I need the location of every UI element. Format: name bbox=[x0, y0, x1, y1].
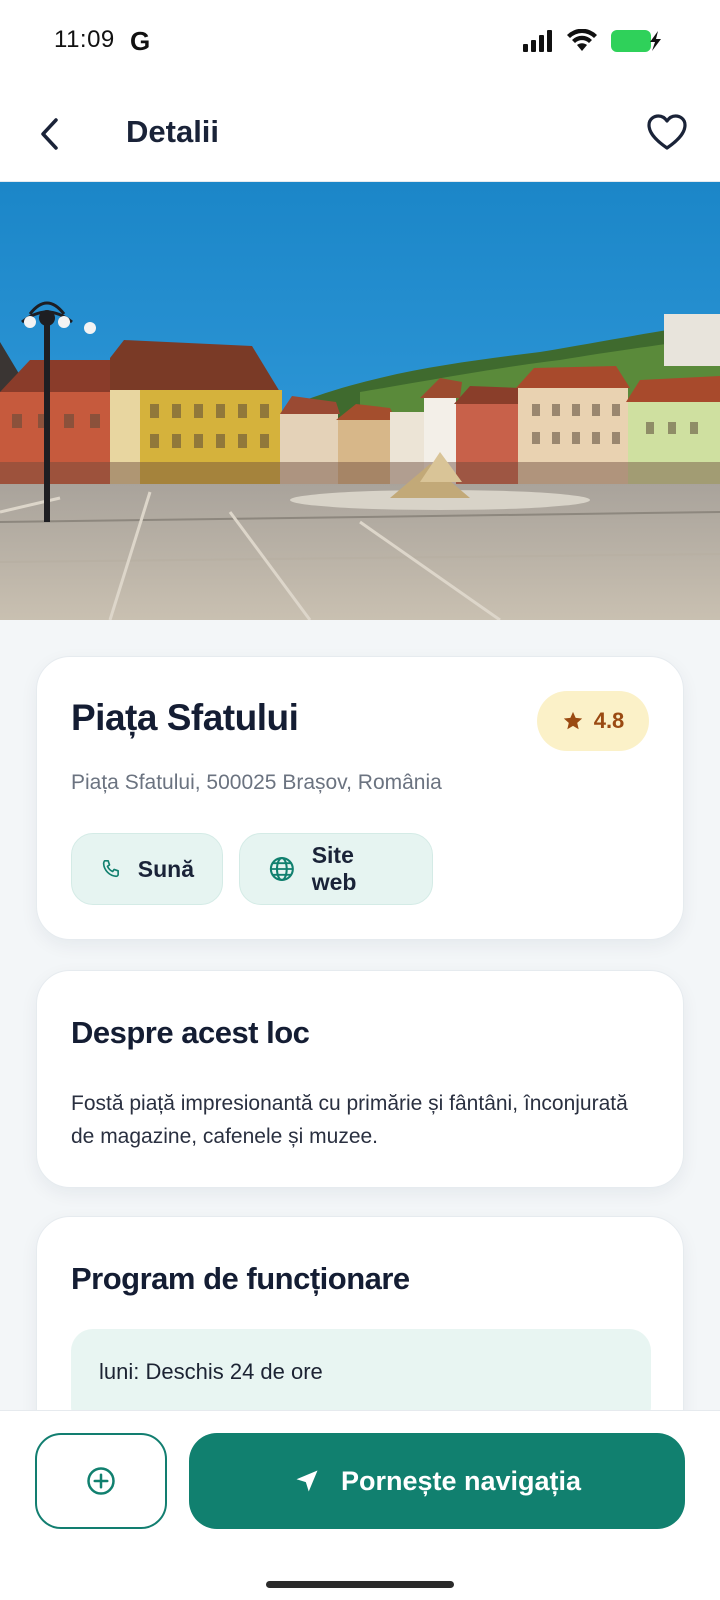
back-button[interactable] bbox=[30, 114, 70, 154]
about-title: Despre acest loc bbox=[71, 1015, 310, 1050]
header-bar: Detalii bbox=[0, 86, 720, 182]
place-info-card: Piața Sfatului 4.8 Piața Sfatului, 50002… bbox=[36, 656, 684, 940]
start-navigation-button[interactable]: Pornește navigația bbox=[189, 1433, 685, 1529]
status-time: 11:09 bbox=[54, 26, 115, 53]
opening-hours-title: Program de funcționare bbox=[71, 1261, 410, 1296]
heart-outline-icon bbox=[647, 114, 687, 150]
google-g-icon: G bbox=[130, 26, 151, 56]
place-name: Piața Sfatului bbox=[71, 697, 299, 738]
call-button[interactable]: Sună bbox=[71, 833, 223, 905]
plus-circle-icon bbox=[87, 1467, 115, 1495]
status-bar: 11:09 G bbox=[0, 0, 720, 86]
about-description: Fostă piață impresionantă cu primărie și… bbox=[71, 1092, 628, 1148]
wifi-icon bbox=[567, 29, 597, 51]
signal-icon bbox=[523, 30, 552, 52]
add-button[interactable] bbox=[35, 1433, 167, 1529]
status-icons bbox=[522, 28, 664, 54]
star-icon bbox=[563, 711, 582, 730]
rating-value: 4.8 bbox=[593, 708, 625, 733]
page-title: Detalii bbox=[126, 114, 220, 149]
favorite-button[interactable] bbox=[646, 112, 688, 154]
call-button-label: Sună bbox=[137, 855, 194, 882]
chevron-left-icon bbox=[41, 118, 58, 150]
square-photo-illustration bbox=[0, 182, 720, 620]
navigation-arrow-icon bbox=[296, 1470, 318, 1492]
rating-badge: 4.8 bbox=[537, 691, 649, 751]
home-indicator[interactable] bbox=[266, 1581, 454, 1588]
place-address: Piața Sfatului, 500025 Brașov, România bbox=[71, 771, 442, 794]
globe-icon bbox=[269, 856, 294, 882]
website-button[interactable]: Site web bbox=[239, 833, 433, 905]
place-photo bbox=[0, 182, 720, 620]
about-card: Despre acest loc Fostă piață impresionan… bbox=[36, 970, 684, 1188]
website-button-label: Site web bbox=[311, 842, 357, 895]
start-navigation-label: Pornește navigația bbox=[340, 1465, 582, 1496]
bottom-action-bar: Pornește navigația bbox=[0, 1410, 720, 1600]
battery-charging-icon bbox=[611, 30, 661, 52]
hours-row-text: luni: Deschis 24 de ore bbox=[99, 1359, 323, 1384]
phone-icon bbox=[102, 860, 119, 878]
